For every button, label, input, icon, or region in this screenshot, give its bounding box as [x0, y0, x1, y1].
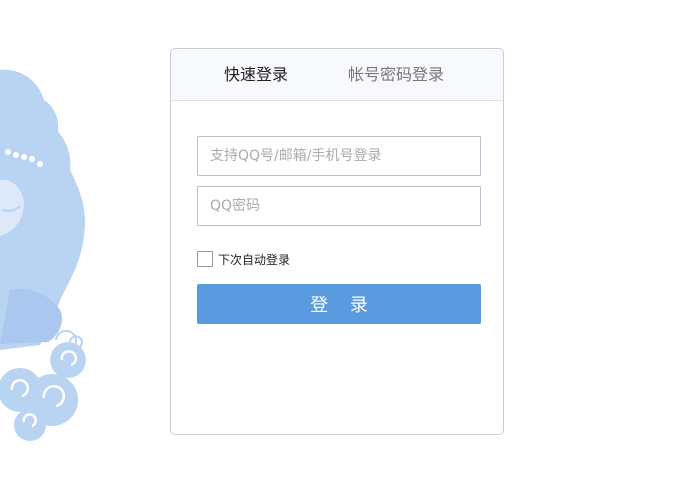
- login-panel: 快速登录 帐号密码登录 下次自动登录 登 录: [170, 48, 504, 435]
- remember-login-checkbox[interactable]: [197, 251, 213, 267]
- tab-password-login[interactable]: 帐号密码登录: [348, 65, 444, 85]
- remember-login-option[interactable]: 下次自动登录: [197, 249, 290, 269]
- password-input[interactable]: [197, 186, 481, 226]
- login-tabs: 快速登录 帐号密码登录: [171, 49, 503, 101]
- login-button[interactable]: 登 录: [197, 284, 481, 324]
- account-input[interactable]: [197, 136, 481, 176]
- tab-quick-login[interactable]: 快速登录: [224, 65, 288, 85]
- decorative-figure-illustration: [0, 69, 86, 441]
- remember-login-label: 下次自动登录: [218, 252, 291, 267]
